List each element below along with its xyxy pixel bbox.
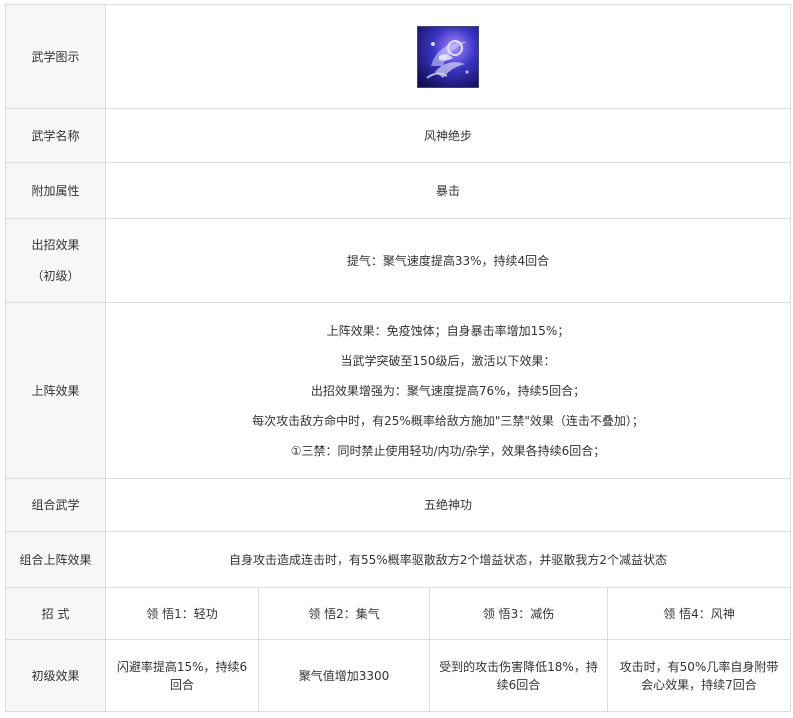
label-moves: 招 式 <box>5 587 106 640</box>
label-extra-attribute: 附加属性 <box>5 162 106 219</box>
label-cast-effect: 出招效果 （初级） <box>5 218 106 303</box>
row-formation-effect: 上阵效果 上阵效果：免疫蚀体；自身暴击率增加15%； 当武学突破至150级后，激… <box>5 302 791 479</box>
row-combo-skill: 组合武学 五绝神功 <box>5 478 791 532</box>
row-combo-effect: 组合上阵效果 自身攻击造成连击时，有55%概率驱散敌方2个增益状态，并驱散我方2… <box>5 531 791 588</box>
basic-effect-cell: 受到的攻击伤害降低18%，持续6回合 <box>429 639 608 712</box>
basic-effect-cell: 聚气值增加3300 <box>258 639 430 712</box>
row-cast-effect: 出招效果 （初级） 提气：聚气速度提高33%，持续4回合 <box>5 218 791 303</box>
move-header: 领 悟4：风神 <box>607 587 791 640</box>
extra-attribute-value: 暴击 <box>105 162 791 219</box>
skill-icon-cell <box>105 4 791 109</box>
row-moves: 招 式 领 悟1：轻功 领 悟2：集气 领 悟3：减伤 领 悟4：风神 <box>5 587 791 640</box>
skill-info-table: 武学图示 武学名称 风神绝步 附加属性 暴击 出招效果 （初级） 提气：聚气速度… <box>5 4 791 712</box>
row-icon: 武学图示 <box>5 4 791 109</box>
basic-effect-cell: 闪避率提高15%，持续6回合 <box>105 639 259 712</box>
basic-effect-cell: 攻击时，有50%几率自身附带会心效果，持续7回合 <box>607 639 791 712</box>
label-skill-name: 武学名称 <box>5 108 106 163</box>
label-combo-skill: 组合武学 <box>5 478 106 532</box>
formation-effect-line: 每次攻击敌方命中时，有25%概率给敌方施加"三禁"效果（连击不叠加）； <box>252 413 644 428</box>
formation-effect-value: 上阵效果：免疫蚀体；自身暴击率增加15%； 当武学突破至150级后，激活以下效果… <box>105 302 791 479</box>
formation-effect-line: 上阵效果：免疫蚀体；自身暴击率增加15%； <box>326 323 570 338</box>
formation-effect-line: ①三禁：同时禁止使用轻功/内功/杂学，效果各持续6回合； <box>290 443 606 458</box>
wind-god-step-skill-icon <box>417 25 479 88</box>
label-basic-effect: 初级效果 <box>5 639 106 712</box>
move-header: 领 悟1：轻功 <box>105 587 259 640</box>
label-combo-effect: 组合上阵效果 <box>5 531 106 588</box>
label-skill-icon: 武学图示 <box>5 4 106 109</box>
combo-skill-value: 五绝神功 <box>105 478 791 532</box>
combo-effect-value: 自身攻击造成连击时，有55%概率驱散敌方2个增益状态，并驱散我方2个减益状态 <box>105 531 791 588</box>
row-attribute: 附加属性 暴击 <box>5 162 791 219</box>
formation-effect-line: 出招效果增强为：聚气速度提高76%，持续5回合； <box>310 383 586 398</box>
move-header: 领 悟3：减伤 <box>429 587 608 640</box>
skill-name-value: 风神绝步 <box>105 108 791 163</box>
label-formation-effect: 上阵效果 <box>5 302 106 479</box>
move-header: 领 悟2：集气 <box>258 587 430 640</box>
cast-effect-value: 提气：聚气速度提高33%，持续4回合 <box>105 218 791 303</box>
row-name: 武学名称 风神绝步 <box>5 108 791 163</box>
row-basic-effect: 初级效果 闪避率提高15%，持续6回合 聚气值增加3300 受到的攻击伤害降低1… <box>5 639 791 712</box>
label-cast-effect-line1: 出招效果 <box>31 237 80 252</box>
label-cast-effect-line2: （初级） <box>31 268 80 283</box>
formation-effect-line: 当武学突破至150级后，激活以下效果： <box>340 353 556 368</box>
